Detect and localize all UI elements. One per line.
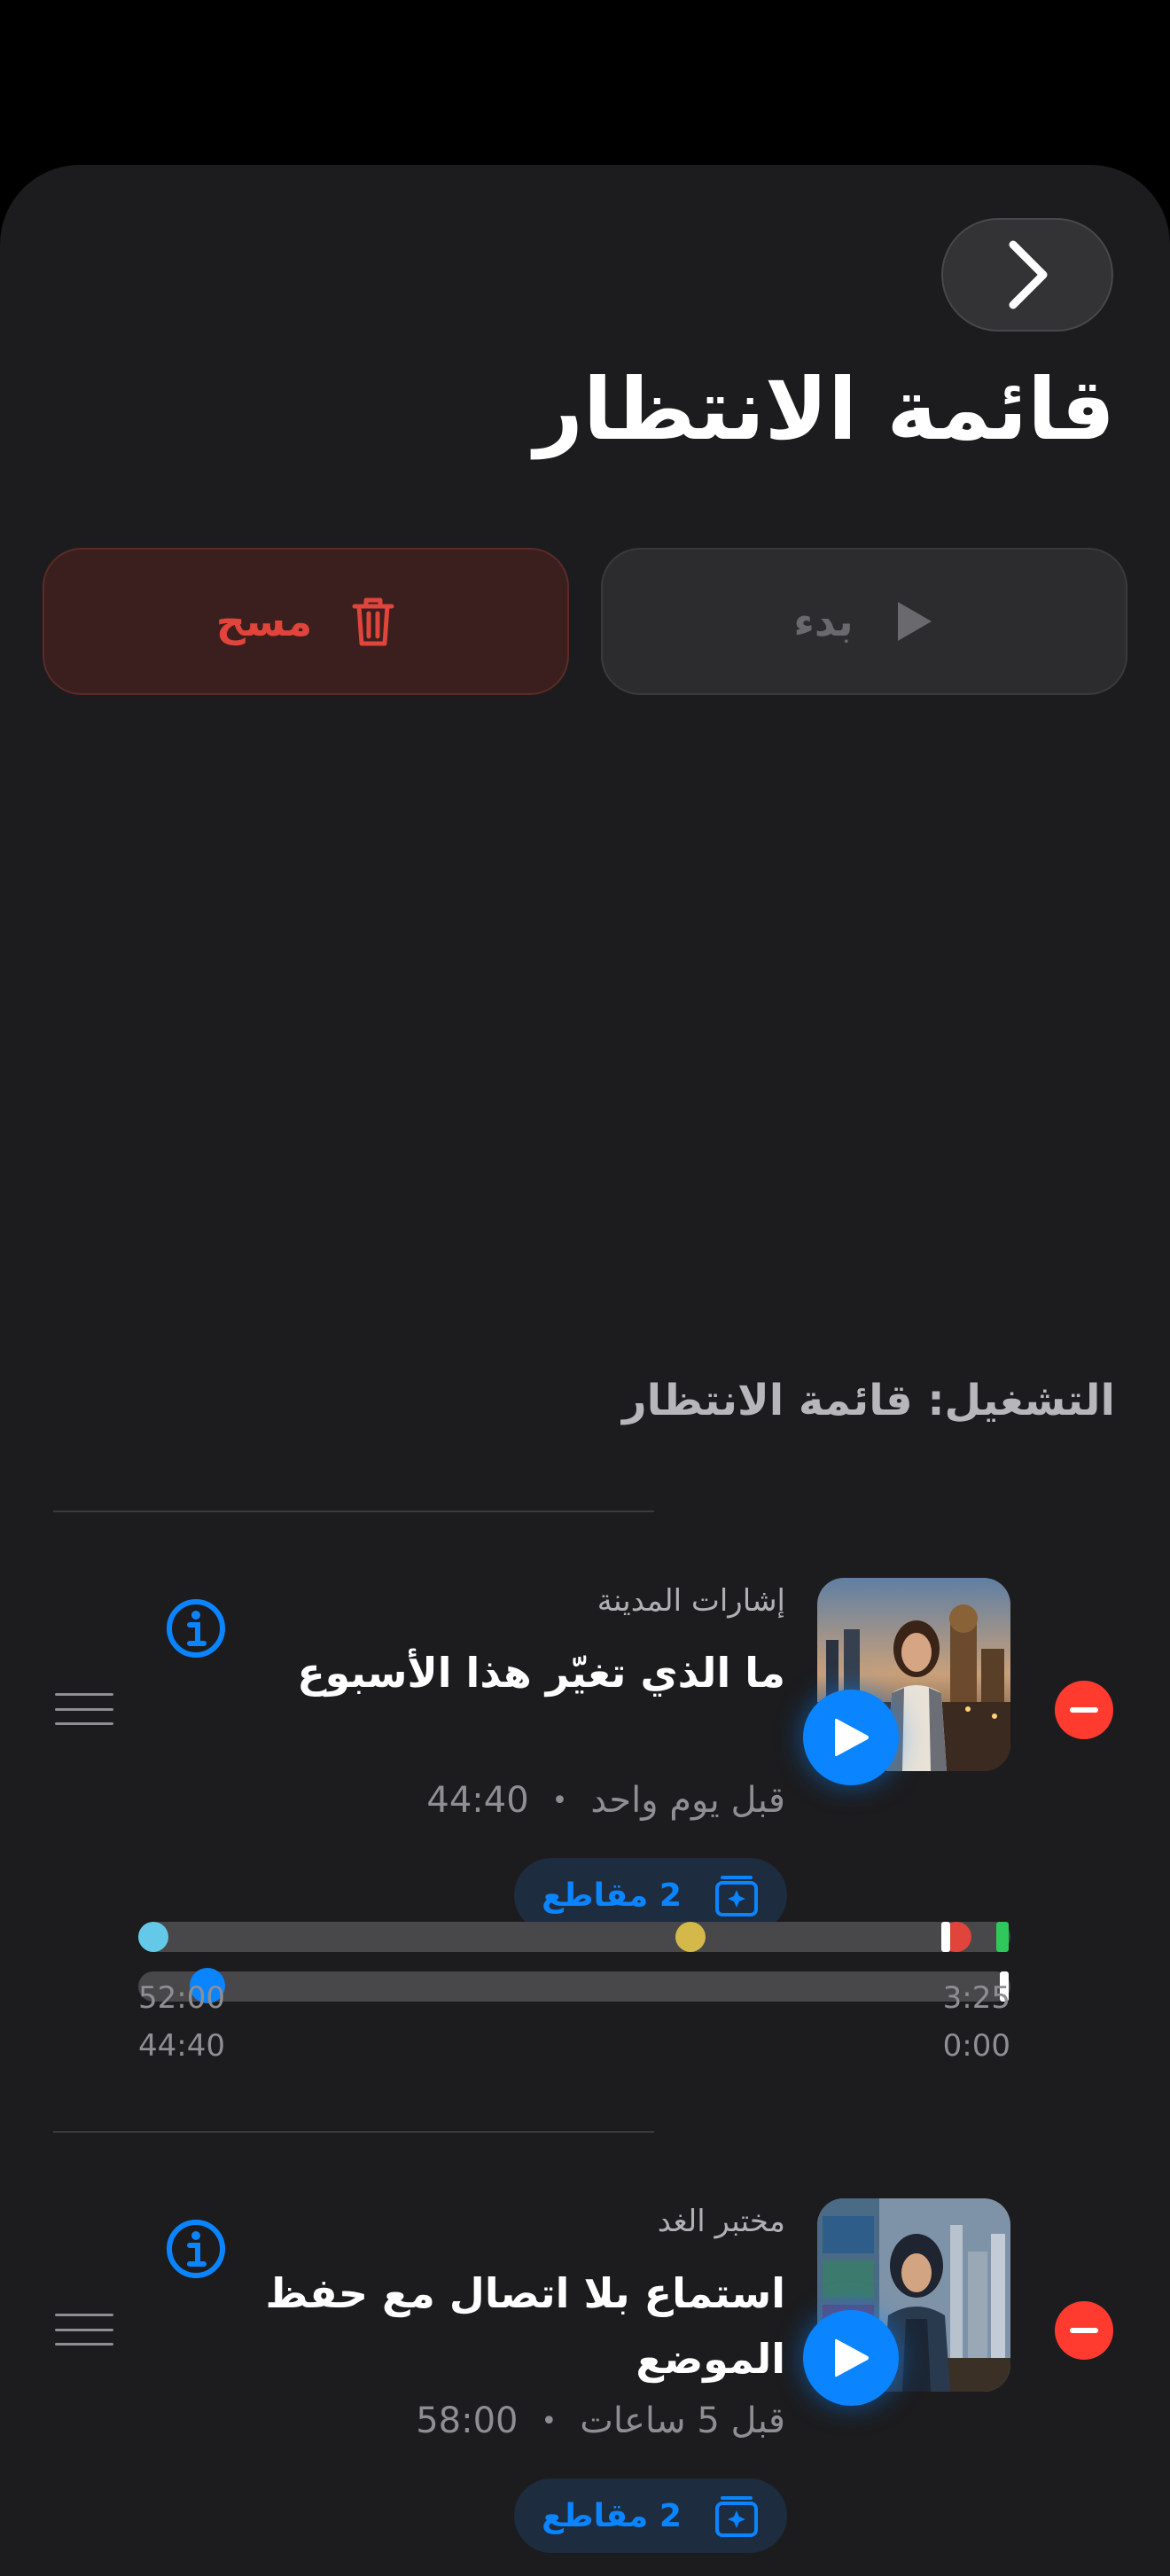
play-button[interactable] bbox=[803, 2310, 899, 2406]
start-button[interactable]: بدء bbox=[601, 548, 1127, 695]
episode-title[interactable]: ما الذي تغيّر هذا الأسبوع bbox=[254, 1640, 785, 1706]
drag-handle[interactable] bbox=[55, 2314, 113, 2346]
play-icon bbox=[835, 1718, 869, 1757]
divider bbox=[53, 1510, 654, 1512]
playback-progress-track[interactable] bbox=[138, 1968, 1010, 2003]
minus-icon bbox=[1070, 2328, 1098, 2333]
podcast-name: إشارات المدينة bbox=[597, 1583, 785, 1619]
timeline-bottom-left: 44:40 bbox=[138, 2028, 225, 2064]
published-time: قبل 5 ساعات bbox=[580, 2400, 785, 2441]
clips-button[interactable]: 2 مقاطع bbox=[514, 2478, 787, 2553]
clip-timeline-track[interactable] bbox=[138, 1922, 1010, 1952]
section-title: التشغيل: قائمة الانتظار bbox=[621, 1376, 1115, 1425]
chevron-right-icon bbox=[1009, 240, 1048, 309]
timeline-top-right: 3:25 bbox=[942, 1980, 1010, 2016]
episode-meta: قبل يوم واحد • 44:40 bbox=[426, 1780, 785, 1821]
episode-meta: قبل 5 ساعات • 58:00 bbox=[416, 2400, 785, 2441]
play-icon bbox=[835, 2338, 869, 2377]
page-title: قائمة الانتظار bbox=[534, 360, 1115, 459]
start-label: بدء bbox=[793, 597, 854, 645]
clear-button[interactable]: مسح bbox=[43, 548, 569, 695]
episode-duration: 58:00 bbox=[416, 2400, 519, 2441]
clear-label: مسح bbox=[215, 597, 313, 645]
clip-end-marker bbox=[996, 1922, 1009, 1952]
meta-separator: • bbox=[551, 1784, 568, 1816]
queue-sheet: قائمة الانتظار مسح بدء التشغيل: قائمة ال… bbox=[0, 165, 1170, 2576]
back-button[interactable] bbox=[941, 218, 1113, 332]
info-button[interactable] bbox=[165, 1597, 227, 1663]
episode-title[interactable]: استماع بلا اتصال مع حفظ الموضع bbox=[254, 2260, 785, 2392]
divider bbox=[53, 2131, 654, 2133]
timeline-bottom-right: 0:00 bbox=[942, 2028, 1010, 2064]
timeline-top-left: 52:00 bbox=[138, 1980, 225, 2016]
clip-marker-yellow[interactable] bbox=[675, 1922, 706, 1952]
info-icon bbox=[167, 2220, 225, 2278]
play-icon bbox=[897, 602, 932, 641]
clips-label: 2 مقاطع bbox=[542, 2497, 682, 2534]
minus-icon bbox=[1070, 1707, 1098, 1713]
meta-separator: • bbox=[541, 2405, 558, 2437]
play-button[interactable] bbox=[803, 1690, 899, 1785]
clips-label: 2 مقاطع bbox=[542, 1877, 682, 1914]
drag-handle[interactable] bbox=[55, 1693, 113, 1725]
info-button[interactable] bbox=[165, 2218, 227, 2283]
podcast-name: مختبر الغد bbox=[657, 2204, 785, 2239]
info-icon bbox=[167, 1599, 225, 1658]
clip-handle[interactable] bbox=[941, 1922, 950, 1952]
trash-icon bbox=[352, 597, 394, 646]
remove-button[interactable] bbox=[1055, 1681, 1113, 1739]
remove-button[interactable] bbox=[1055, 2301, 1113, 2360]
clip-marker-cyan[interactable] bbox=[138, 1922, 168, 1952]
clips-icon bbox=[714, 1876, 758, 1916]
clips-icon bbox=[714, 2496, 758, 2537]
published-time: قبل يوم واحد bbox=[590, 1780, 785, 1821]
episode-duration: 44:40 bbox=[426, 1780, 529, 1821]
